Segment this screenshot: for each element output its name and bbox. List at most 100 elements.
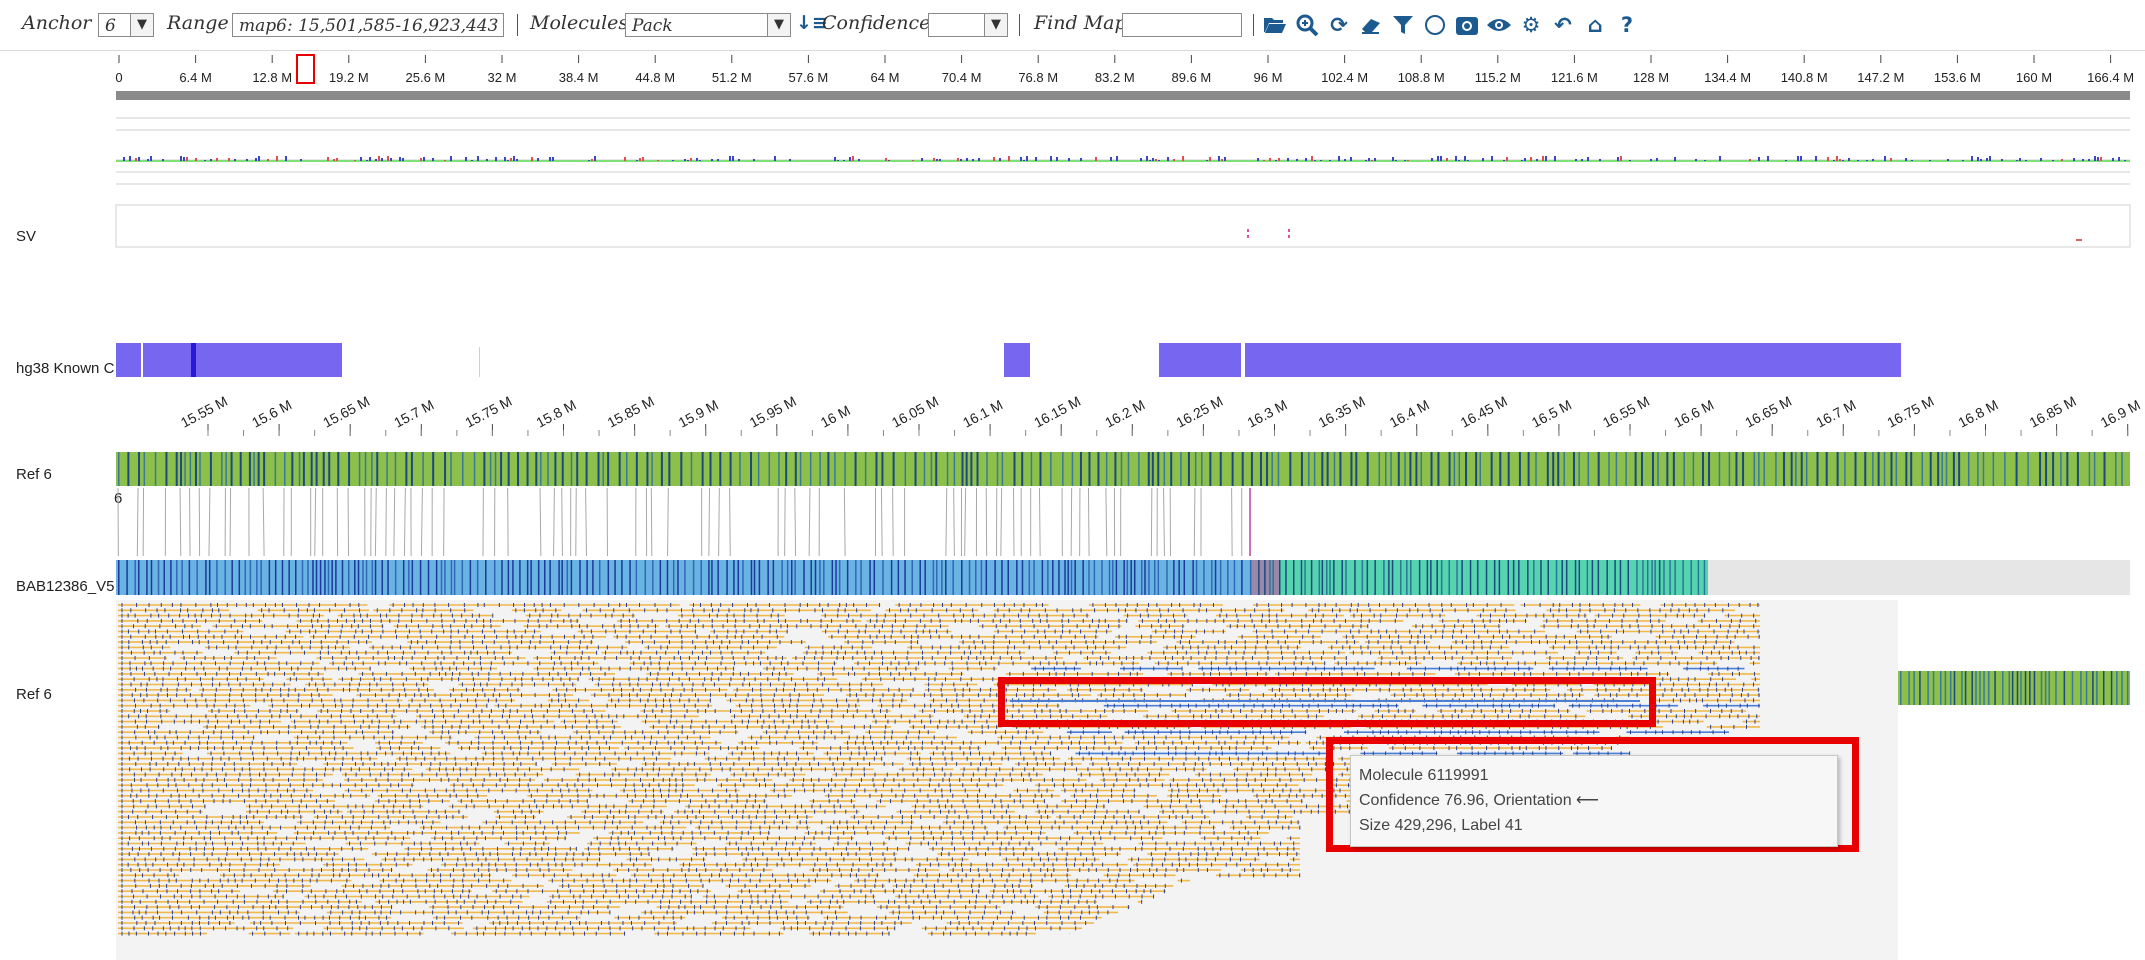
reference-label-site <box>199 452 201 486</box>
reference-label-site <box>827 452 830 486</box>
coverage-mark <box>858 159 860 161</box>
query-label-site <box>919 560 921 595</box>
reference-label-site <box>165 452 168 486</box>
coverage-mark <box>162 159 164 161</box>
reference-label-site <box>540 452 542 486</box>
reference-label-site <box>1259 452 1262 486</box>
reference-label-site <box>965 452 968 486</box>
query-label-site <box>890 560 893 595</box>
alignment-line <box>1105 487 1108 557</box>
coverage-mark <box>1365 160 1367 161</box>
reference-label-site <box>1578 452 1580 486</box>
known-cnv-block[interactable] <box>1004 343 1030 377</box>
reference-label-site <box>1958 452 1961 486</box>
reference-label-site <box>1864 452 1867 486</box>
query-label-site <box>924 560 926 595</box>
alignment-line <box>808 487 811 557</box>
query-label-site <box>1052 560 1054 595</box>
query-label-site <box>381 560 384 595</box>
reference-label-site <box>1615 452 1618 486</box>
query-label-site <box>1507 560 1510 595</box>
coverage-mark <box>1587 157 1589 161</box>
query-label-site <box>1227 560 1229 595</box>
reference-label-site <box>405 452 408 486</box>
coverage-mark <box>1758 157 1760 161</box>
coverage-mark <box>135 158 137 161</box>
reference-label-site <box>976 452 979 486</box>
query-label-site <box>1192 560 1194 595</box>
coverage-mark <box>978 158 980 161</box>
coverage-mark <box>789 159 791 161</box>
reference-label-site <box>1277 452 1280 486</box>
reference-label-site <box>768 452 771 486</box>
reference-label-site <box>489 452 492 486</box>
query-label-site <box>1469 560 1472 595</box>
detail-axis-tick-label: 16.9 M <box>2098 396 2143 430</box>
query-label-site <box>980 560 983 595</box>
coverage-mark <box>1149 160 1151 161</box>
coverage-mark <box>1056 157 1058 161</box>
reference-label-site <box>494 452 497 486</box>
query-label-site <box>1214 560 1217 595</box>
reference-label-site <box>1905 452 1908 486</box>
alignment-line <box>667 487 669 557</box>
coverage-mark <box>1374 158 1376 161</box>
reference-label-site <box>348 452 351 486</box>
reference-label-site <box>1151 452 1154 486</box>
reference-label-site <box>1170 452 1173 486</box>
coverage-mark <box>210 159 212 161</box>
coverage-mark <box>129 156 131 161</box>
coverage-mark <box>1263 160 1265 161</box>
query-label-site <box>1493 560 1496 595</box>
reference-label-site <box>1692 452 1695 486</box>
query-label-site <box>1272 560 1274 595</box>
query-label-site <box>708 560 710 595</box>
reference-label-site <box>180 452 183 486</box>
query-label-site <box>733 560 735 595</box>
detail-axis-tick-label: 16.35 M <box>1315 393 1367 431</box>
known-cnv-block[interactable] <box>116 343 342 377</box>
known-cnv-block[interactable] <box>1245 343 1901 377</box>
reference-label-site <box>2088 452 2091 486</box>
coverage-mark <box>1371 160 1373 161</box>
reference-label-site <box>2060 452 2062 486</box>
coverage-mark <box>1467 160 1469 161</box>
reference-label-site <box>1518 452 1521 486</box>
query-label-site <box>1697 560 1700 595</box>
query-label-site <box>607 560 610 595</box>
query-label-site <box>1619 560 1622 595</box>
overview-current-region[interactable] <box>296 54 315 84</box>
reference-label-site <box>394 452 397 486</box>
query-label-site <box>666 560 669 595</box>
overview-axis-tick-label: 19.2 M <box>329 70 369 85</box>
query-contig-aligned[interactable] <box>116 560 1250 595</box>
coverage-mark <box>1521 160 1523 161</box>
query-label-site <box>855 560 857 595</box>
reference-label-site <box>1651 452 1654 486</box>
overview-axis-tick-label: 38.4 M <box>559 70 599 85</box>
coverage-mark <box>537 158 539 161</box>
reference-label-site <box>1404 452 1406 486</box>
alignment-line <box>585 487 587 557</box>
reference-label-site <box>1453 452 1456 486</box>
coverage-mark <box>1989 156 1991 161</box>
coverage-mark <box>1674 157 1676 161</box>
reference-label-site <box>1895 452 1898 486</box>
known-cnv-block[interactable] <box>1159 343 1241 377</box>
query-label-site <box>134 560 136 595</box>
reference-label-site <box>1163 452 1166 486</box>
query-label-site <box>1007 560 1009 595</box>
query-label-site <box>519 560 521 595</box>
query-label-site <box>644 560 647 595</box>
query-label-site <box>137 560 140 595</box>
reference-label-site <box>2093 452 2096 486</box>
query-label-site <box>1361 560 1364 595</box>
query-label-site <box>1555 560 1558 595</box>
coverage-mark <box>327 157 329 161</box>
reference-label-site <box>750 452 753 486</box>
reference-label-site <box>1420 452 1423 486</box>
query-label-site <box>1021 560 1024 595</box>
coverage-mark <box>1530 157 1532 161</box>
coverage-mark <box>1023 160 1025 161</box>
reference-map-top[interactable] <box>116 452 2130 486</box>
